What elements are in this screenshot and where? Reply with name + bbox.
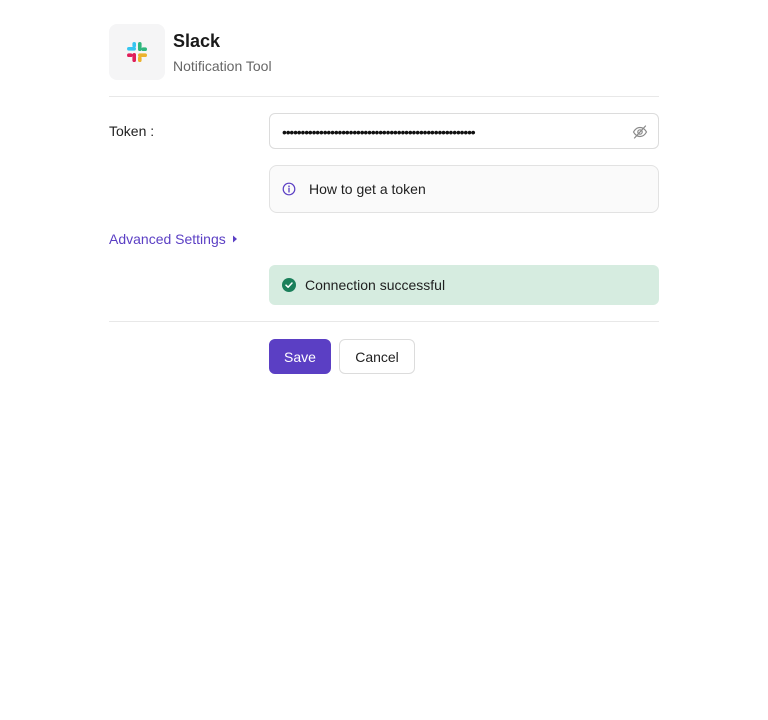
- token-input[interactable]: ••••••••••••••••••••••••••••••••••••••••…: [269, 113, 659, 149]
- token-help-box[interactable]: How to get a token: [269, 165, 659, 213]
- eye-off-icon[interactable]: [632, 124, 648, 140]
- app-header: Slack Notification Tool: [109, 24, 659, 97]
- caret-right-icon: [232, 235, 237, 243]
- info-icon: [282, 182, 296, 196]
- advanced-settings-toggle[interactable]: Advanced Settings: [109, 231, 238, 247]
- cancel-button[interactable]: Cancel: [339, 339, 415, 374]
- help-link-text[interactable]: How to get a token: [309, 181, 426, 197]
- connection-status-text: Connection successful: [305, 277, 446, 293]
- check-circle-icon: [282, 278, 296, 292]
- slack-logo-icon: [127, 42, 147, 62]
- token-value[interactable]: ••••••••••••••••••••••••••••••••••••••••…: [282, 122, 630, 142]
- token-label: Token :: [109, 123, 155, 139]
- advanced-settings-label[interactable]: Advanced Settings: [109, 231, 226, 247]
- connection-status-banner: Connection successful: [269, 265, 659, 305]
- app-type: Notification Tool: [173, 58, 272, 74]
- integration-settings-page: Slack Notification Tool Token : ••••••••…: [0, 0, 768, 720]
- app-name: Slack: [173, 31, 221, 51]
- save-button[interactable]: Save: [269, 339, 331, 374]
- divider: [109, 321, 659, 322]
- app-logo: [109, 24, 165, 80]
